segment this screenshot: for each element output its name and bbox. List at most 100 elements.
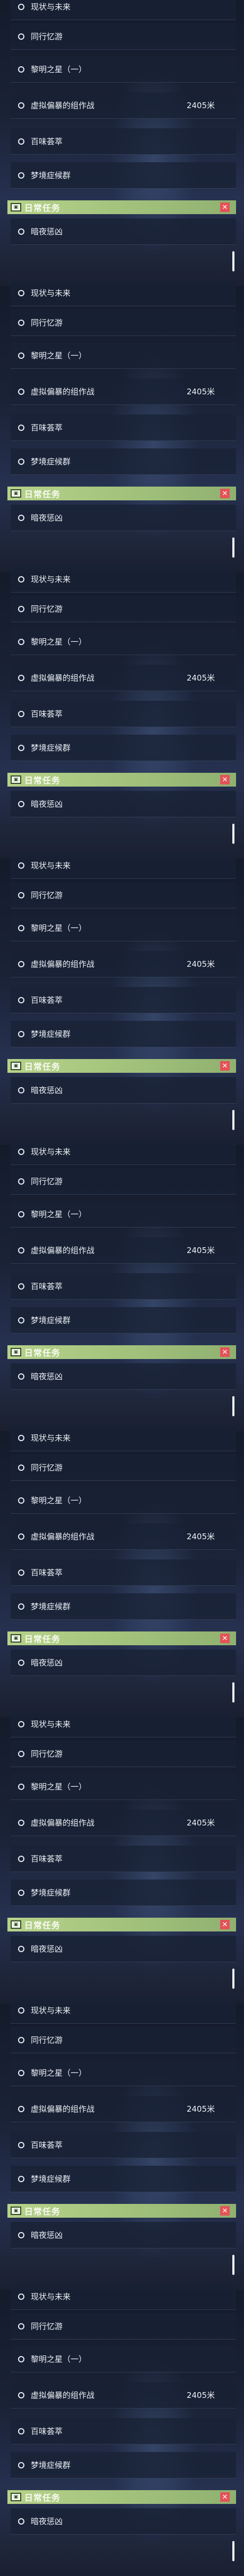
quest-item[interactable]: 同行忆游 bbox=[11, 882, 236, 908]
scrollbar-thumb[interactable] bbox=[232, 824, 234, 844]
daily-quest-header[interactable]: ▣ 日常任务 ✕ bbox=[7, 200, 236, 214]
quest-item[interactable]: 梦境症候群 bbox=[11, 1307, 236, 1334]
quest-item-label: 梦境症候群 bbox=[31, 171, 71, 180]
close-icon[interactable]: ✕ bbox=[220, 1920, 230, 1929]
quest-item-label: 梦境症候群 bbox=[31, 1602, 71, 1611]
quest-status-icon bbox=[18, 1030, 24, 1037]
close-icon[interactable]: ✕ bbox=[220, 2492, 230, 2502]
quest-item[interactable]: 暗夜惩凶 bbox=[11, 1077, 236, 1104]
close-icon[interactable]: ✕ bbox=[220, 489, 230, 498]
quest-item[interactable]: 梦境症候群 bbox=[11, 1880, 236, 1906]
quest-item[interactable]: 同行忆游 bbox=[11, 1168, 236, 1195]
quest-item[interactable]: 梦境症候群 bbox=[11, 735, 236, 761]
quest-item-label: 现状与未来 bbox=[31, 2, 71, 12]
quest-item[interactable]: 百味荟萃 bbox=[11, 1559, 236, 1586]
quest-item[interactable]: 百味荟萃 bbox=[11, 2132, 236, 2158]
quest-distance: 2405米 bbox=[186, 1532, 215, 1541]
close-icon[interactable]: ✕ bbox=[220, 1634, 230, 1643]
quest-item[interactable]: 百味荟萃 bbox=[11, 2418, 236, 2445]
quest-item[interactable]: 现状与未来 bbox=[11, 2283, 236, 2310]
daily-quest-header[interactable]: ▣ 日常任务 ✕ bbox=[7, 1345, 236, 1359]
quest-item[interactable]: 虚拟偏暴的组作战 2405米 bbox=[11, 1810, 236, 1836]
daily-quest-header[interactable]: ▣ 日常任务 ✕ bbox=[7, 1631, 236, 1645]
quest-item[interactable]: 暗夜惩凶 bbox=[11, 791, 236, 817]
scrollbar-thumb[interactable] bbox=[232, 1110, 234, 1130]
quest-status-icon bbox=[18, 1178, 24, 1185]
quest-item[interactable]: 暗夜惩凶 bbox=[11, 218, 236, 245]
scrollbar-thumb[interactable] bbox=[232, 2255, 234, 2275]
quest-item[interactable]: 暗夜惩凶 bbox=[11, 1363, 236, 1390]
quest-item-label: 虚拟偏暴的组作战 bbox=[31, 387, 95, 396]
quest-item[interactable]: 百味荟萃 bbox=[11, 987, 236, 1013]
scrollbar-thumb[interactable] bbox=[232, 537, 234, 558]
quest-item[interactable]: 虚拟偏暴的组作战 2405米 bbox=[11, 2096, 236, 2122]
quest-item[interactable]: 同行忆游 bbox=[11, 310, 236, 336]
quest-item[interactable]: 百味荟萃 bbox=[11, 701, 236, 727]
quest-item[interactable]: 暗夜惩凶 bbox=[11, 2222, 236, 2248]
quest-item[interactable]: 虚拟偏暴的组作战 2405米 bbox=[11, 1523, 236, 1550]
quest-item[interactable]: 暗夜惩凶 bbox=[11, 505, 236, 531]
quest-item[interactable]: 现状与未来 bbox=[11, 280, 236, 306]
quest-item[interactable]: 虚拟偏暴的组作战 2405米 bbox=[11, 951, 236, 977]
quest-item[interactable]: 梦境症候群 bbox=[11, 2166, 236, 2192]
quest-item[interactable]: 百味荟萃 bbox=[11, 1273, 236, 1300]
quest-item[interactable]: 黎明之星（一） bbox=[11, 1201, 236, 1228]
quest-item[interactable]: 同行忆游 bbox=[11, 1454, 236, 1481]
daily-quest-header[interactable]: ▣ 日常任务 ✕ bbox=[7, 2204, 236, 2218]
daily-quest-header[interactable]: ▣ 日常任务 ✕ bbox=[7, 2490, 236, 2504]
quest-item[interactable]: 虚拟偏暴的组作战 2405米 bbox=[11, 2382, 236, 2409]
quest-item[interactable]: 黎明之星（一） bbox=[11, 629, 236, 655]
quest-item[interactable]: 黎明之星（一） bbox=[11, 1487, 236, 1514]
quest-item[interactable]: 黎明之星（一） bbox=[11, 915, 236, 941]
quest-item[interactable]: 同行忆游 bbox=[11, 596, 236, 622]
scrollbar-thumb[interactable] bbox=[232, 1969, 234, 1989]
daily-quest-header[interactable]: ▣ 日常任务 ✕ bbox=[7, 487, 236, 500]
quest-item[interactable]: 暗夜惩凶 bbox=[11, 2508, 236, 2535]
daily-quest-header[interactable]: ▣ 日常任务 ✕ bbox=[7, 773, 236, 787]
quest-item[interactable]: 现状与未来 bbox=[11, 0, 236, 20]
quest-item[interactable]: 百味荟萃 bbox=[11, 414, 236, 441]
quest-item[interactable]: 现状与未来 bbox=[11, 852, 236, 879]
close-icon[interactable]: ✕ bbox=[220, 775, 230, 784]
quest-item[interactable]: 同行忆游 bbox=[11, 1741, 236, 1767]
quest-status-icon bbox=[18, 1603, 24, 1610]
quest-item[interactable]: 虚拟偏暴的组作战 2405米 bbox=[11, 92, 236, 119]
quest-item[interactable]: 梦境症候群 bbox=[11, 162, 236, 189]
quest-item[interactable]: 同行忆游 bbox=[11, 2313, 236, 2340]
quest-item[interactable]: 现状与未来 bbox=[11, 1997, 236, 2024]
scrollbar-thumb[interactable] bbox=[232, 251, 234, 271]
quest-item[interactable]: 暗夜惩凶 bbox=[11, 1649, 236, 1676]
quest-item[interactable]: 虚拟偏暴的组作战 2405米 bbox=[11, 1237, 236, 1264]
quest-item[interactable]: 同行忆游 bbox=[11, 23, 236, 50]
scrollbar-thumb[interactable] bbox=[232, 2541, 234, 2561]
scrollbar-thumb[interactable] bbox=[232, 1396, 234, 1416]
close-icon[interactable]: ✕ bbox=[220, 1061, 230, 1071]
quest-item[interactable]: 现状与未来 bbox=[11, 1139, 236, 1165]
quest-item[interactable]: 黎明之星（一） bbox=[11, 342, 236, 369]
quest-item[interactable]: 黎明之星（一） bbox=[11, 56, 236, 83]
quest-item[interactable]: 同行忆游 bbox=[11, 2027, 236, 2053]
quest-status-icon bbox=[18, 319, 24, 326]
quest-item[interactable]: 百味荟萃 bbox=[11, 128, 236, 155]
quest-item[interactable]: 现状与未来 bbox=[11, 1425, 236, 1451]
quest-item[interactable]: 暗夜惩凶 bbox=[11, 1936, 236, 1962]
quest-item[interactable]: 虚拟偏暴的组作战 2405米 bbox=[11, 378, 236, 405]
quest-item[interactable]: 黎明之星（一） bbox=[11, 2060, 236, 2086]
quest-item[interactable]: 虚拟偏暴的组作战 2405米 bbox=[11, 665, 236, 691]
close-icon[interactable]: ✕ bbox=[220, 202, 230, 212]
quest-item[interactable]: 梦境症候群 bbox=[11, 448, 236, 475]
daily-quest-header[interactable]: ▣ 日常任务 ✕ bbox=[7, 1918, 236, 1931]
quest-item[interactable]: 梦境症候群 bbox=[11, 1593, 236, 1620]
quest-item[interactable]: 梦境症候群 bbox=[11, 2452, 236, 2478]
daily-quest-header[interactable]: ▣ 日常任务 ✕ bbox=[7, 1059, 236, 1073]
close-icon[interactable]: ✕ bbox=[220, 1347, 230, 1357]
quest-item[interactable]: 现状与未来 bbox=[11, 566, 236, 593]
quest-item[interactable]: 梦境症候群 bbox=[11, 1021, 236, 1047]
quest-item[interactable]: 百味荟萃 bbox=[11, 1846, 236, 1872]
quest-item[interactable]: 黎明之星（一） bbox=[11, 1774, 236, 1800]
quest-item[interactable]: 现状与未来 bbox=[11, 1711, 236, 1737]
close-icon[interactable]: ✕ bbox=[220, 2206, 230, 2216]
quest-item-label: 暗夜惩凶 bbox=[31, 2517, 63, 2526]
scrollbar-thumb[interactable] bbox=[232, 1682, 234, 1702]
quest-item[interactable]: 黎明之星（一） bbox=[11, 2346, 236, 2372]
